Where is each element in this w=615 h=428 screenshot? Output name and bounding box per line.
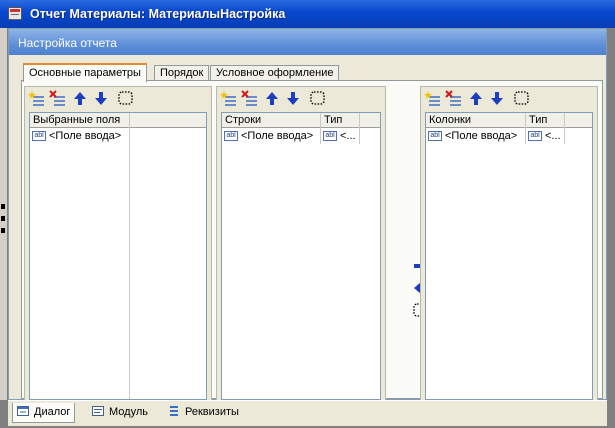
tab-label: Диалог — [34, 406, 71, 418]
input-field-icon: abl — [528, 131, 542, 142]
tab-attributes[interactable]: Реквизиты — [164, 403, 243, 423]
dotted-frame-icon[interactable] — [117, 90, 135, 107]
columns-panel: Колонки Тип abl <Поле ввода> abl <... — [420, 86, 598, 401]
move-down-arrow-icon[interactable] — [92, 90, 110, 107]
delete-row-icon[interactable] — [445, 90, 463, 107]
table-header: Строки Тип — [222, 113, 380, 128]
move-down-arrow-icon[interactable] — [488, 90, 506, 107]
tab-main-parameters[interactable]: Основные параметры — [23, 63, 147, 82]
tab-dialog[interactable]: Диалог — [12, 403, 76, 423]
add-row-icon[interactable] — [28, 90, 46, 107]
column-header-type[interactable]: Тип — [526, 113, 565, 128]
input-field-icon: abl — [32, 131, 46, 142]
table-row-type[interactable]: abl <... — [321, 129, 359, 144]
attributes-icon — [168, 406, 180, 416]
row-value: <Поле ввода> — [445, 130, 518, 142]
dialog-title: Настройка отчета — [9, 29, 606, 55]
columns-toolbar — [421, 87, 597, 110]
move-up-arrow-icon[interactable] — [467, 90, 485, 107]
move-up-arrow-icon[interactable] — [71, 90, 89, 107]
delete-row-icon[interactable] — [241, 90, 259, 107]
window-titlebar[interactable]: Отчет Материалы: МатериалыНастройка — [0, 0, 615, 28]
move-up-arrow-icon[interactable] — [263, 90, 281, 107]
move-down-arrow-icon[interactable] — [284, 90, 302, 107]
tab-label: Реквизиты — [185, 406, 239, 418]
column-header-type[interactable]: Тип — [321, 113, 360, 128]
rows-panel: Строки Тип abl <Поле ввода> abl <... — [216, 86, 386, 401]
editor-tabs: Диалог Модуль Реквизиты — [8, 400, 607, 426]
tab-conditional-formatting[interactable]: Условное оформление — [210, 65, 340, 81]
input-field-icon: abl — [323, 131, 337, 142]
selected-fields-table[interactable]: Выбранные поля abl <Поле ввода> — [29, 112, 207, 400]
row-value: <Поле ввода> — [241, 130, 314, 142]
rows-toolbar — [217, 87, 385, 110]
input-field-icon: abl — [224, 131, 238, 142]
input-field-icon: abl — [428, 131, 442, 142]
add-row-icon[interactable] — [220, 90, 238, 107]
row-type-value: <... — [340, 130, 356, 142]
column-header-empty[interactable] — [130, 113, 206, 128]
app-form-icon — [8, 7, 22, 20]
main-parameters-panel: Выбранные поля abl <Поле ввода> Строки Т… — [21, 80, 603, 401]
tab-module[interactable]: Модуль — [88, 403, 152, 423]
dialog-icon — [17, 406, 29, 416]
rows-table[interactable]: Строки Тип abl <Поле ввода> abl <... — [221, 112, 381, 400]
delete-row-icon[interactable] — [49, 90, 67, 107]
table-header: Выбранные поля — [30, 113, 206, 128]
row-type-value: <... — [545, 130, 561, 142]
tab-label: Модуль — [109, 406, 148, 418]
add-row-icon[interactable] — [424, 90, 442, 107]
table-row[interactable]: abl <Поле ввода> — [222, 129, 320, 144]
dotted-frame-icon[interactable] — [513, 90, 531, 107]
background-window-edge — [0, 28, 8, 400]
selected-fields-toolbar — [25, 87, 211, 110]
table-row[interactable]: abl <Поле ввода> — [426, 129, 525, 144]
row-value: <Поле ввода> — [49, 130, 122, 142]
column-header-selected-fields[interactable]: Выбранные поля — [30, 113, 130, 128]
window-title: Отчет Материалы: МатериалыНастройка — [30, 7, 286, 21]
dotted-frame-icon[interactable] — [309, 90, 327, 107]
column-header-columns[interactable]: Колонки — [426, 113, 526, 128]
selected-fields-panel: Выбранные поля abl <Поле ввода> — [24, 86, 212, 401]
report-settings-window: Настройка отчета Основные параметры Поря… — [8, 28, 607, 401]
table-row-type[interactable]: abl <... — [526, 129, 564, 144]
module-icon — [92, 406, 104, 416]
columns-table[interactable]: Колонки Тип abl <Поле ввода> abl <... — [425, 112, 593, 400]
table-row[interactable]: abl <Поле ввода> — [30, 129, 129, 144]
tab-order[interactable]: Порядок — [154, 65, 210, 81]
table-header: Колонки Тип — [426, 113, 592, 128]
column-header-rows[interactable]: Строки — [222, 113, 321, 128]
